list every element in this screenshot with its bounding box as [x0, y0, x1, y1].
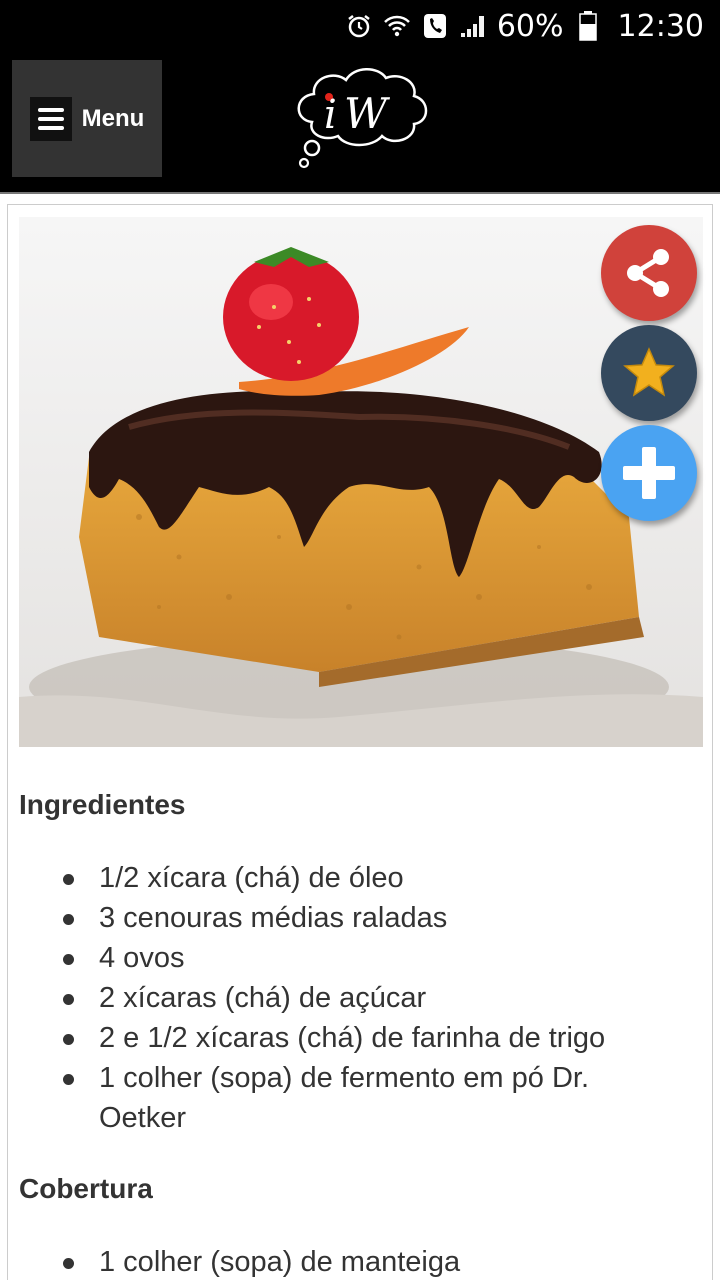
phone-call-icon: [421, 12, 449, 40]
battery-percent: 60%: [496, 8, 564, 44]
favorite-button[interactable]: [601, 325, 697, 421]
list-item: 1 colher (sopa) de manteiga: [58, 1242, 658, 1280]
clock: 12:30: [617, 8, 704, 44]
list-item: 1/2 xícara (chá) de óleo: [58, 858, 658, 898]
recipe-content: Ingredientes 1/2 xícara (chá) de óleo 3 …: [7, 204, 713, 1280]
list-item: 1 colher (sopa) de fermento em pó Dr. Oe…: [58, 1058, 658, 1138]
menu-label: Menu: [81, 104, 145, 132]
app-header: Menu i W: [0, 52, 720, 194]
wifi-icon: [383, 12, 411, 40]
ingredients-heading: Ingredientes: [19, 789, 186, 820]
alarm-icon: [345, 12, 373, 40]
svg-text:W: W: [344, 89, 391, 138]
list-item: 3 cenouras médias raladas: [58, 898, 658, 938]
thought-bubble-logo[interactable]: i W: [290, 64, 432, 172]
recipe-photo: [19, 217, 703, 747]
ingredients-list: 1/2 xícara (chá) de óleo 3 cenouras médi…: [58, 858, 658, 1138]
topping-heading: Cobertura: [19, 1173, 153, 1204]
battery-icon: [574, 11, 602, 41]
svg-text:i: i: [324, 92, 337, 138]
share-button[interactable]: [601, 225, 697, 321]
add-button[interactable]: [601, 425, 697, 521]
list-item: 2 e 1/2 xícaras (chá) de farinha de trig…: [58, 1018, 658, 1058]
signal-icon: [459, 12, 487, 40]
topping-list: 1 colher (sopa) de manteiga: [58, 1242, 658, 1280]
status-bar: 60% 12:30: [0, 0, 720, 52]
list-item: 2 xícaras (chá) de açúcar: [58, 978, 658, 1018]
star-icon: [623, 347, 675, 397]
menu-button[interactable]: Menu: [12, 60, 162, 177]
share-icon: [627, 249, 669, 297]
hamburger-icon: [29, 96, 72, 141]
list-item: 4 ovos: [58, 938, 658, 978]
plus-icon: [623, 447, 675, 499]
